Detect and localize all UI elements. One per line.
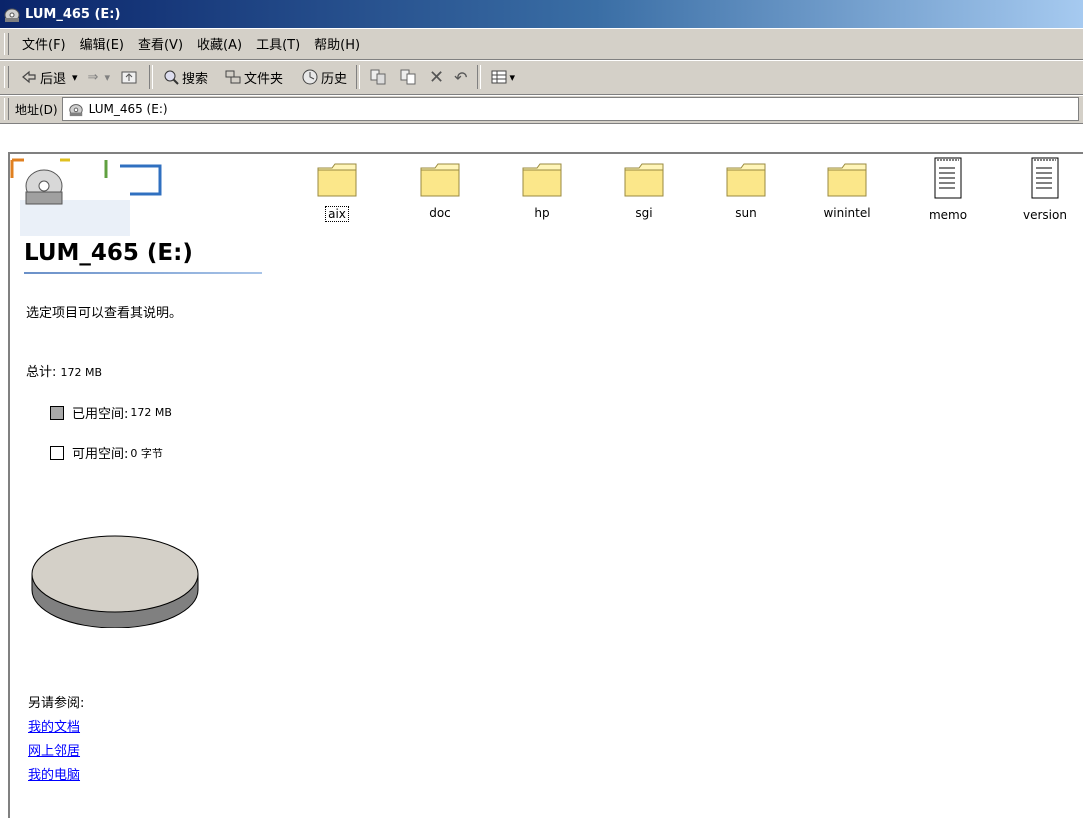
menu-tools[interactable]: 工具(T)	[249, 32, 307, 55]
folder-label: winintel	[823, 206, 871, 220]
folder-item-sgi[interactable]: sgi	[599, 154, 689, 244]
text-document-icon	[934, 157, 962, 199]
link-my-computer[interactable]: 我的电脑	[28, 764, 80, 783]
folder-icon	[420, 163, 460, 197]
views-button[interactable]: ▾	[485, 66, 521, 88]
delete-x-icon: ✕	[429, 66, 445, 88]
folder-item-aix[interactable]: aix	[292, 154, 382, 244]
folders-button[interactable]: 文件夹	[219, 66, 288, 89]
up-folder-icon	[120, 68, 138, 86]
cd-drive-icon	[68, 104, 83, 117]
folders-tree-icon	[224, 68, 242, 86]
web-view-pane: LUM_465 (E:) 选定项目可以查看其说明。 总计: 172 MB 已用空…	[10, 154, 266, 814]
file-label: memo	[928, 208, 968, 222]
folder-icon	[522, 163, 562, 197]
see-also-label: 另请参阅:	[28, 696, 85, 711]
folder-item-doc[interactable]: doc	[395, 154, 485, 244]
total-label: 总计:	[26, 365, 57, 380]
address-grip[interactable]	[4, 98, 9, 120]
undo-icon: ↶	[454, 67, 468, 87]
address-input[interactable]: LUM_465 (E:)	[61, 97, 1079, 121]
drive-title: LUM_465 (E:)	[24, 240, 193, 266]
title-bar: LUM_465 (E:)	[0, 0, 1083, 28]
used-label: 已用空间:	[72, 407, 129, 422]
history-label: 历史	[321, 71, 348, 87]
folder-icon	[827, 163, 867, 197]
back-arrow-icon	[20, 68, 38, 86]
menu-help[interactable]: 帮助(H)	[307, 32, 367, 55]
folder-item-hp[interactable]: hp	[497, 154, 587, 244]
folder-icon	[624, 163, 664, 197]
menu-edit[interactable]: 编辑(E)	[73, 32, 131, 55]
used-value: 172 MB	[130, 406, 172, 419]
up-folder-button[interactable]	[115, 66, 145, 88]
standard-toolbar: 后退 ▾ ⇒ ▾ 搜索 文件夹 历史 ✕ ↶ ▾	[0, 60, 1083, 95]
folder-label: doc	[429, 206, 451, 220]
address-bar: 地址(D) LUM_465 (E:)	[0, 95, 1083, 124]
back-dropdown-icon[interactable]: ▾	[72, 71, 78, 84]
move-to-button[interactable]	[364, 66, 394, 88]
history-icon	[301, 68, 319, 86]
toolbar-grip[interactable]	[4, 66, 9, 88]
folder-item-sun[interactable]: sun	[701, 154, 791, 244]
link-my-documents[interactable]: 我的文档	[28, 716, 80, 735]
address-value: LUM_465 (E:)	[88, 102, 168, 116]
menu-favorites[interactable]: 收藏(A)	[190, 32, 249, 55]
folder-label: sgi	[635, 206, 653, 220]
address-label: 地址(D)	[15, 102, 58, 117]
menu-view[interactable]: 查看(V)	[131, 32, 190, 55]
back-label: 后退	[40, 71, 67, 87]
back-button[interactable]: 后退 ▾	[15, 66, 83, 89]
disk-usage-pie	[31, 535, 199, 628]
file-label: version	[1023, 208, 1067, 222]
free-space-swatch	[50, 445, 64, 460]
folder-label: hp	[534, 206, 550, 220]
toolbar-separator	[148, 65, 153, 89]
forward-button[interactable]: ⇒ ▾	[83, 68, 115, 87]
folders-label: 文件夹	[244, 71, 284, 87]
search-label: 搜索	[181, 71, 208, 87]
free-space-row: 可用空间: 0 字节	[50, 443, 163, 462]
total-capacity: 总计: 172 MB	[26, 361, 102, 380]
search-button[interactable]: 搜索	[157, 66, 213, 89]
file-item-memo[interactable]: memo	[903, 154, 993, 244]
text-document-icon	[1031, 157, 1059, 199]
used-space-swatch	[50, 405, 64, 420]
link-network-places[interactable]: 网上邻居	[28, 740, 80, 759]
undo-button[interactable]: ↶	[449, 66, 472, 89]
total-value: 172 MB	[60, 366, 103, 379]
forward-arrow-icon: ⇒	[87, 69, 99, 85]
folder-view: LUM_465 (E:) 选定项目可以查看其说明。 总计: 172 MB 已用空…	[8, 152, 1083, 818]
views-grid-icon	[490, 68, 508, 86]
free-label: 可用空间:	[72, 447, 129, 462]
menu-bar: 文件(F) 编辑(E) 查看(V) 收藏(A) 工具(T) 帮助(H)	[0, 28, 1083, 60]
copy-to-button[interactable]	[394, 66, 424, 88]
move-to-icon	[369, 68, 387, 86]
copy-to-icon	[399, 68, 417, 86]
menu-file[interactable]: 文件(F)	[15, 32, 73, 55]
cd-drive-icon	[4, 8, 20, 22]
delete-button[interactable]: ✕	[424, 65, 449, 90]
window-title: LUM_465 (E:)	[25, 6, 121, 22]
views-dropdown-icon[interactable]: ▾	[510, 71, 516, 84]
history-button[interactable]: 历史	[296, 66, 352, 89]
folder-icon	[317, 163, 357, 197]
used-space-row: 已用空间: 172 MB	[50, 403, 172, 422]
folder-label: aix	[325, 206, 349, 222]
folder-label: sun	[735, 206, 757, 220]
folder-item-winintel[interactable]: winintel	[802, 154, 892, 244]
toolbar-separator	[476, 65, 481, 89]
folder-icon	[726, 163, 766, 197]
menu-grip[interactable]	[4, 32, 9, 55]
free-value: 0 字节	[130, 446, 163, 460]
forward-dropdown-icon[interactable]: ▾	[104, 71, 110, 84]
selection-hint: 选定项目可以查看其说明。	[26, 306, 183, 321]
pie-used-slice	[31, 535, 199, 613]
toolbar-separator	[356, 65, 361, 89]
search-icon	[162, 68, 180, 86]
title-underline	[24, 272, 262, 274]
file-item-version[interactable]: version	[1000, 154, 1083, 244]
